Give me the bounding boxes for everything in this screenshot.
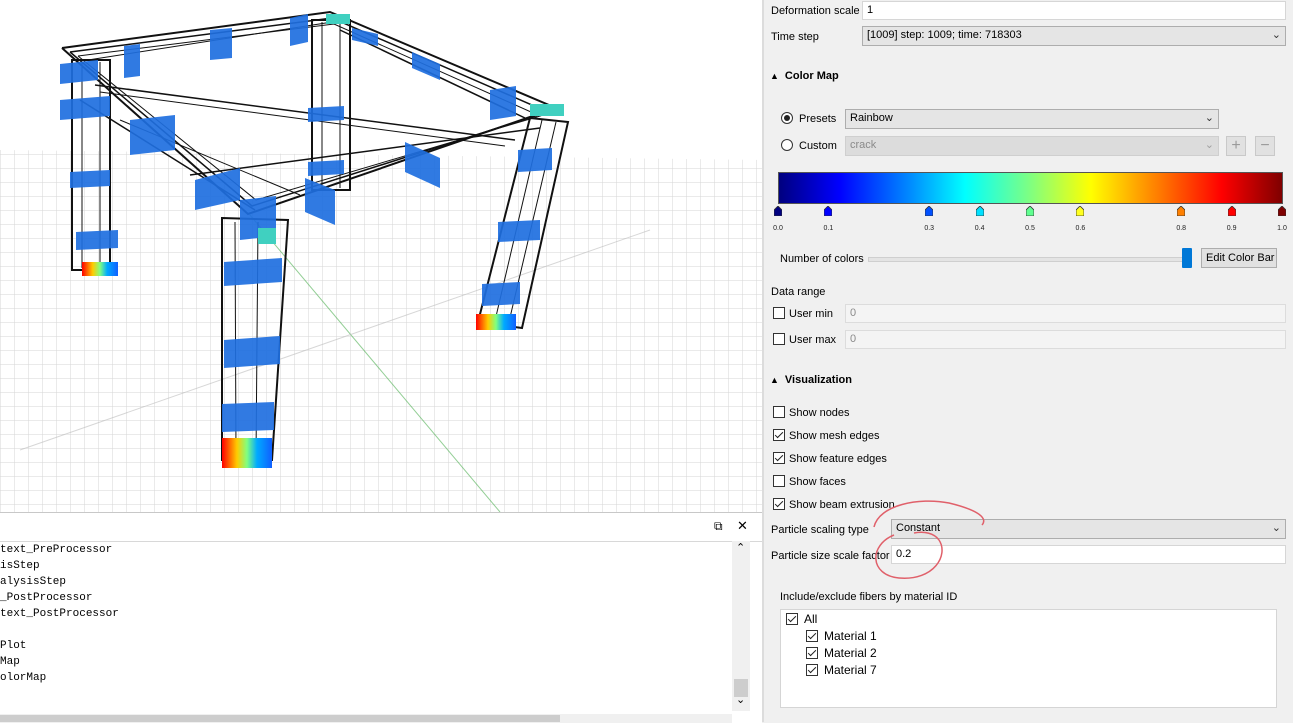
fiber-material-2-checkbox[interactable] [806, 647, 818, 659]
remove-color-map-button[interactable]: − [1255, 136, 1275, 156]
console-panel: ⧉ ✕ text_PreProcessor isStep alysisStep … [0, 512, 762, 723]
show-faces-checkbox[interactable] [773, 475, 785, 487]
show-nodes-checkbox[interactable] [773, 406, 785, 418]
collapse-icon: ▲ [770, 71, 779, 81]
chevron-down-icon: ⌄ [1271, 522, 1281, 534]
custom-dropdown[interactable]: crack ⌄ [845, 136, 1219, 156]
show-mesh-edges-label: Show mesh edges [789, 430, 880, 442]
color-bar-tick-label: 0.0 [773, 225, 783, 232]
scroll-up-icon[interactable]: ⌃ [736, 541, 745, 554]
restore-icon[interactable]: ⧉ [714, 519, 723, 534]
color-bar-tick-label: 1.0 [1277, 225, 1287, 232]
color-bar-tick-label: 0.6 [1075, 225, 1086, 232]
fiber-material-7-checkbox[interactable] [806, 664, 818, 676]
color-stop-marker[interactable] [1227, 205, 1236, 217]
particle-scaling-type-label: Particle scaling type [771, 524, 869, 536]
deformation-scale-input[interactable]: 1 [862, 1, 1286, 20]
show-feature-edges-label: Show feature edges [789, 453, 887, 465]
number-of-colors-slider[interactable] [868, 257, 1192, 262]
show-feature-edges-checkbox[interactable] [773, 452, 785, 464]
properties-panel: Deformation scale 1 Time step [1009] ste… [764, 0, 1293, 722]
console-line: text_PreProcessor [0, 544, 113, 556]
custom-radio[interactable] [781, 139, 793, 151]
user-min-input[interactable]: 0 [845, 304, 1286, 323]
color-bar-tick-label: 0.5 [1025, 225, 1035, 232]
user-max-input[interactable]: 0 [845, 330, 1286, 349]
3d-viewport[interactable] [0, 0, 762, 512]
console-line: Plot [0, 640, 27, 652]
fiber-all-label: All [804, 612, 818, 626]
color-stop-marker[interactable] [1025, 205, 1035, 217]
scroll-thumb[interactable] [0, 715, 560, 722]
user-max-label: User max [789, 334, 837, 346]
deformation-scale-label: Deformation scale [771, 5, 860, 17]
chevron-down-icon: ⌄ [1204, 139, 1214, 151]
fiber-material-2-label: Material 2 [824, 646, 877, 660]
show-beam-extrusion-checkbox[interactable] [773, 498, 785, 510]
fiber-material-tree: All Material 1 Material 2 Material 7 [780, 609, 1277, 708]
console-line: isStep [0, 560, 40, 572]
color-stop-marker[interactable] [1277, 205, 1287, 217]
chevron-down-icon: ⌄ [1204, 112, 1214, 124]
color-stop-marker[interactable] [773, 205, 783, 217]
annotation-marks [873, 500, 985, 579]
console-line: alysisStep [0, 576, 67, 588]
console-line: Map [0, 656, 20, 668]
fiber-material-1-label: Material 1 [824, 629, 877, 643]
fibers-header-label: Include/exclude fibers by material ID [780, 591, 958, 603]
data-range-label: Data range [771, 286, 826, 298]
visualization-title: Visualization [784, 374, 852, 386]
color-bar-tick-label: 0.8 [1176, 225, 1187, 232]
console-line: olorMap [0, 672, 47, 684]
presets-label: Presets [799, 113, 837, 125]
user-max-checkbox[interactable] [773, 333, 785, 345]
show-faces-label: Show faces [789, 476, 846, 488]
color-bar-tick-label: 0.3 [924, 225, 935, 232]
user-min-checkbox[interactable] [773, 307, 785, 319]
color-stop-marker[interactable] [924, 205, 934, 217]
console-header: ⧉ ✕ [0, 513, 762, 542]
color-map-title: Color Map [784, 70, 839, 82]
show-mesh-edges-checkbox[interactable] [773, 429, 785, 441]
color-stop-marker[interactable] [1075, 205, 1085, 217]
presets-value: Rainbow [850, 112, 893, 124]
time-step-label: Time step [771, 31, 819, 43]
add-color-map-button[interactable]: + [1226, 136, 1246, 156]
time-step-dropdown[interactable]: [1009] step: 1009; time: 718303 ⌄ [862, 26, 1286, 46]
fiber-material-7-label: Material 7 [824, 663, 877, 677]
color-bar[interactable] [778, 172, 1283, 204]
presets-dropdown[interactable]: Rainbow ⌄ [845, 109, 1219, 129]
model-render [0, 10, 762, 512]
console-vertical-scrollbar[interactable]: ⌃ ⌄ [732, 541, 750, 711]
visualization-section-header[interactable]: ▲ Visualization [770, 374, 852, 386]
console-line: text_PostProcessor [0, 608, 119, 620]
edit-color-bar-button[interactable]: Edit Color Bar [1201, 248, 1277, 268]
color-bar-tick-label: 0.9 [1226, 225, 1237, 232]
time-step-value: [1009] step: 1009; time: 718303 [867, 29, 1022, 41]
color-stop-marker[interactable] [823, 205, 833, 217]
close-icon[interactable]: ✕ [737, 518, 748, 534]
custom-label: Custom [799, 140, 837, 152]
slider-handle[interactable] [1181, 248, 1192, 268]
color-bar-tick-label: 0.4 [974, 225, 985, 232]
ground-grid [0, 150, 762, 512]
number-of-colors-label: Number of colors [780, 253, 864, 265]
user-min-label: User min [789, 308, 834, 320]
console-line: _PostProcessor [0, 592, 93, 604]
chevron-down-icon: ⌄ [1271, 29, 1281, 41]
fiber-all-checkbox[interactable] [786, 613, 798, 625]
color-stop-marker[interactable] [975, 205, 984, 217]
fiber-material-1-checkbox[interactable] [806, 630, 818, 642]
color-map-section-header[interactable]: ▲ Color Map [770, 70, 839, 82]
color-bar-tick-label: 0.1 [823, 225, 834, 232]
custom-value: crack [850, 139, 877, 151]
show-nodes-label: Show nodes [789, 407, 850, 419]
presets-radio[interactable] [781, 112, 793, 124]
color-stop-marker[interactable] [1176, 205, 1186, 217]
collapse-icon: ▲ [770, 375, 779, 385]
scroll-down-icon[interactable]: ⌄ [736, 693, 745, 706]
